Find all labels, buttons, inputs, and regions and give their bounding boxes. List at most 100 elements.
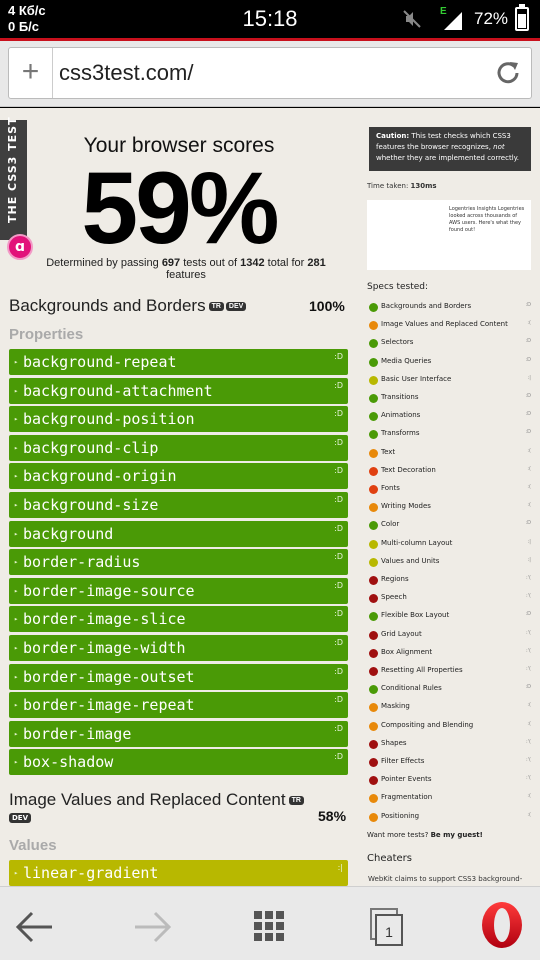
spec-item[interactable]: Box Alignment:'( [367,646,531,660]
score-face: :D [334,695,343,704]
spec-score-face: :D [525,302,531,308]
web-page: THE CSS3 TEST ɑ Your browser scores 59% … [0,108,540,886]
url-field[interactable]: css3test.com/ [59,60,193,86]
spec-item[interactable]: Values and Units:| [367,555,531,569]
section-score-image-values: 58% [318,808,347,824]
expand-arrow-icon: ▸ [14,472,19,480]
spec-item[interactable]: Grid Layout:'( [367,628,531,642]
tabs-icon[interactable]: 1 [366,887,410,960]
spec-item[interactable]: Transforms:D [367,427,531,441]
spec-item[interactable]: Fragmentation:( [367,791,531,805]
spec-item[interactable]: Positioning:( [367,810,531,824]
spec-item[interactable]: Fonts:( [367,482,531,496]
expand-arrow-icon: ▸ [14,758,19,766]
spec-name: Flexible Box Layout [381,611,450,619]
property-row[interactable]: ▸ background-repeat:D [9,349,348,375]
forward-arrow-icon[interactable] [127,887,177,960]
expand-arrow-icon: ▸ [14,444,19,452]
opera-menu-icon[interactable] [478,887,528,960]
property-row[interactable]: ▸ border-image-repeat:D [9,692,348,718]
section-title-backgrounds[interactable]: Backgrounds and Borders TR DEV [9,296,247,316]
speed-dial-grid-icon[interactable] [250,887,290,960]
spec-item[interactable]: Filter Effects:'( [367,755,531,769]
features-count: 281 [307,257,326,269]
expand-arrow-icon: ▸ [14,387,19,395]
score-face: :D [334,752,343,761]
spec-item[interactable]: Writing Modes:( [367,500,531,514]
property-row[interactable]: ▸ border-image-source:D [9,578,348,604]
spec-name: Box Alignment [381,648,433,656]
property-row[interactable]: ▸ border-image-width:D [9,635,348,661]
expand-arrow-icon: ▸ [14,501,19,509]
spec-item[interactable]: Text:( [367,446,531,460]
new-tab-plus-button[interactable]: + [9,48,53,98]
caution-text-2: whether they are implemented correctly. [376,154,520,162]
spec-score-face: :( [527,484,531,490]
spec-item[interactable]: Compositing and Blending:( [367,719,531,733]
spec-item[interactable]: Flexible Box Layout:D [367,609,531,623]
spec-item[interactable]: Backgrounds and Borders:D [367,300,531,314]
spec-item[interactable]: Animations:D [367,409,531,423]
property-row[interactable]: ▸ background-attachment:D [9,378,348,404]
spec-item[interactable]: Regions:'( [367,573,531,587]
section-title-image-values[interactable]: Image Values and Replaced Content TR [9,790,304,810]
spec-name: Speech [381,593,407,601]
property-row[interactable]: ▸ background-clip :D [9,435,348,461]
score-sub-mid: tests out of [183,257,238,269]
expand-arrow-icon: ▸ [14,358,19,366]
css3-test-ribbon[interactable]: THE CSS3 TEST [0,116,27,240]
spec-name: Grid Layout [381,630,422,638]
spec-name: Selectors [381,338,414,346]
spec-item[interactable]: Image Values and Replaced Content:( [367,318,531,332]
spec-status-dot [369,339,378,348]
spec-item[interactable]: Multi-column Layout:| [367,537,531,551]
spec-name: Pointer Events [381,775,432,783]
spec-item[interactable]: Conditional Rules:D [367,682,531,696]
score-face: :D [334,667,343,676]
property-row[interactable]: ▸ background-origin:D [9,463,348,489]
tabs-count: 1 [385,924,393,940]
property-row[interactable]: ▸ box-shadow:D [9,749,348,775]
back-arrow-icon[interactable] [10,887,60,960]
score-face: :D [334,438,343,447]
property-row[interactable]: ▸ border-image-outset:D [9,664,348,690]
property-row[interactable]: ▸ border-image-slice:D [9,606,348,632]
spec-item[interactable]: Basic User Interface:| [367,373,531,387]
spec-status-dot [369,540,378,549]
property-row[interactable]: ▸ background-size:D [9,492,348,518]
property-linear-gradient[interactable]: ▸ linear-gradient :| [9,860,348,886]
spec-name: Values and Units [381,557,440,565]
property-name: border-image [23,725,132,743]
caution-box: Caution: This test checks which CSS3 fea… [369,127,531,171]
ad-text: Logentries Insights Logentries looked ac… [449,206,525,233]
spec-item[interactable]: Speech:'( [367,591,531,605]
spec-score-face: :D [525,357,531,363]
property-name: background-clip [23,439,159,457]
reload-icon[interactable] [493,58,523,88]
spec-status-dot [369,813,378,822]
spec-item[interactable]: Resetting All Properties:'( [367,664,531,678]
spec-item[interactable]: Transitions:D [367,391,531,405]
property-row[interactable]: ▸ background:D [9,521,348,547]
spec-item[interactable]: Text Decoration:( [367,464,531,478]
spec-status-dot [369,303,378,312]
battery-icon [515,4,529,31]
property-row[interactable]: ▸ background-position:D [9,406,348,432]
spec-name: Basic User Interface [381,375,452,383]
property-name: background [23,525,114,543]
more-tests-link[interactable]: Be my guest! [431,831,483,839]
spec-score-face: :( [527,448,531,454]
spec-item[interactable]: Selectors:D [367,336,531,350]
spec-name: Color [381,520,400,528]
property-name: border-radius [23,553,141,571]
spec-item[interactable]: Media Queries:D [367,355,531,369]
spec-item[interactable]: Masking:( [367,700,531,714]
spec-item[interactable]: Shapes:'( [367,737,531,751]
property-row[interactable]: ▸ border-radius:D [9,549,348,575]
ad-banner[interactable]: Logentries Insights Logentries looked ac… [367,200,531,270]
spec-item[interactable]: Color:D [367,518,531,532]
spec-name: Shapes [381,739,407,747]
spec-item[interactable]: Pointer Events:'( [367,773,531,787]
bottom-toolbar: 1 [0,886,540,960]
property-row[interactable]: ▸ border-image:D [9,721,348,747]
